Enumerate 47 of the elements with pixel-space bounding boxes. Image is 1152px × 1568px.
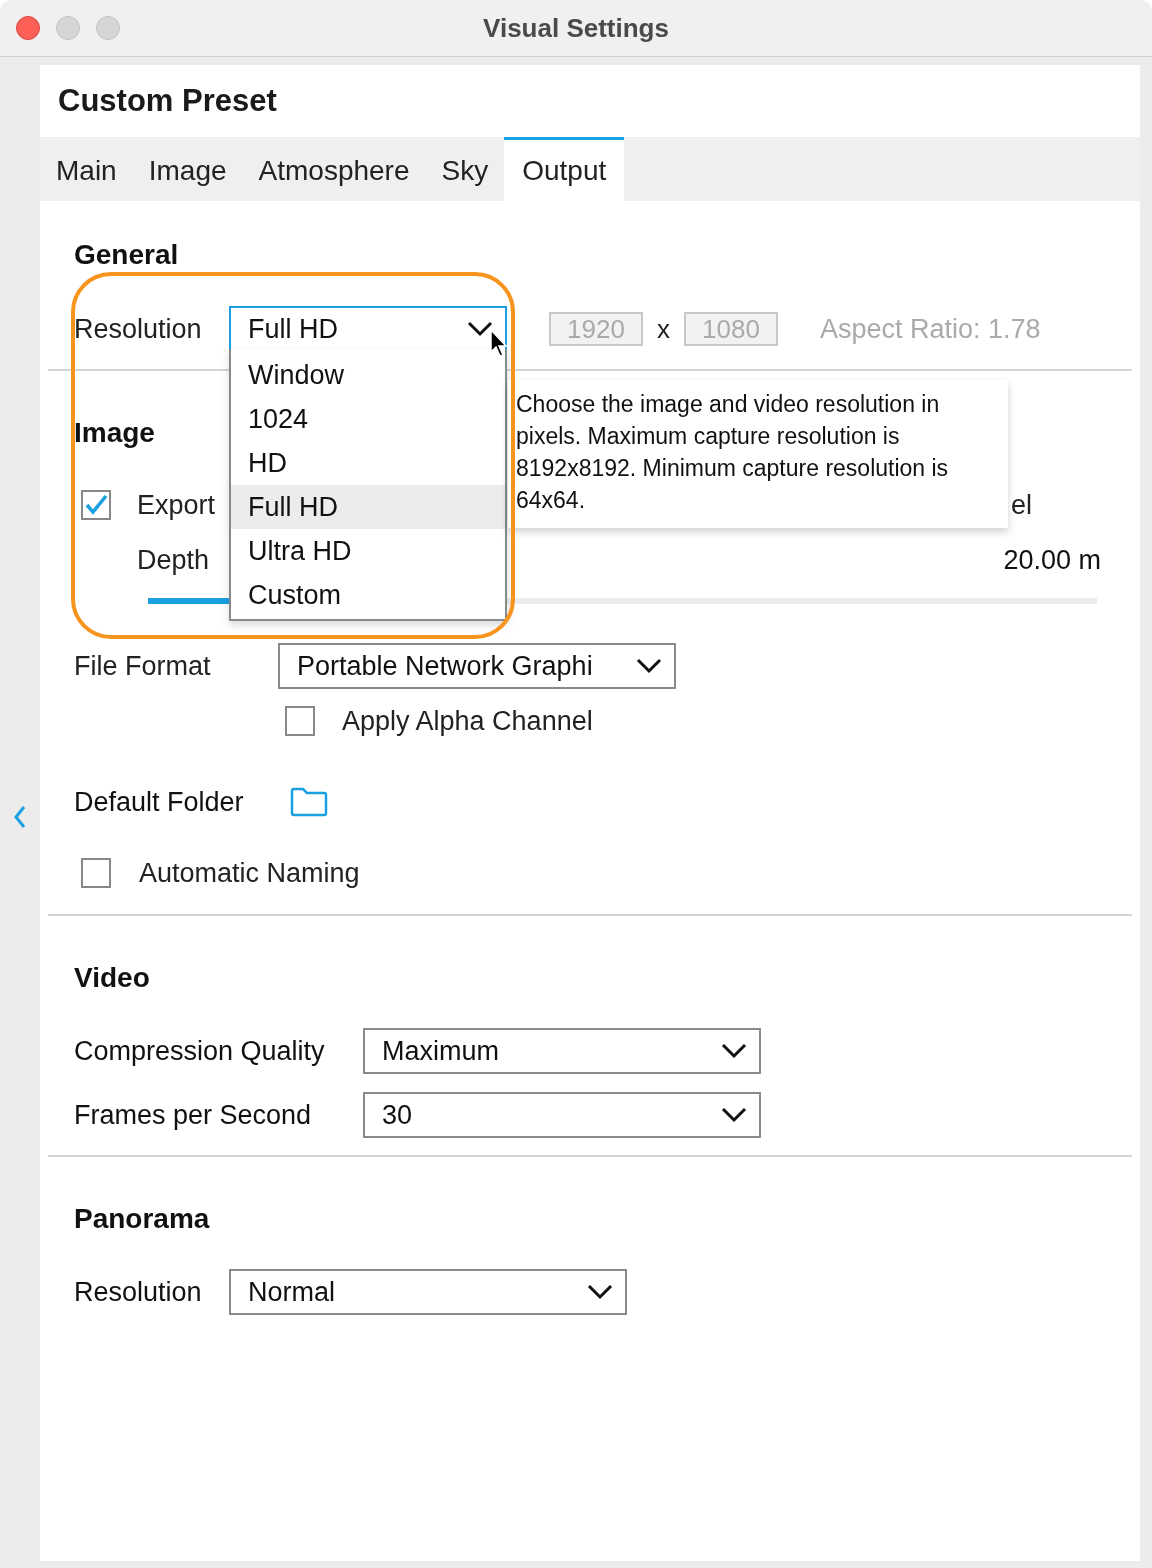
section-heading: Video bbox=[74, 961, 150, 995]
caret-icon bbox=[721, 1107, 747, 1123]
field-label: File Format bbox=[74, 650, 212, 682]
preset-title: Custom Preset bbox=[58, 83, 277, 119]
checkbox-label: Export bbox=[137, 489, 216, 521]
option-label: el bbox=[1011, 489, 1032, 521]
field-label: Frames per Second bbox=[74, 1099, 313, 1131]
tab[interactable]: Image bbox=[132, 137, 243, 201]
caret-icon bbox=[587, 1284, 613, 1300]
fps-dropdown[interactable]: 30 bbox=[363, 1092, 761, 1138]
caret-icon bbox=[467, 321, 493, 337]
field-label: Compression Quality bbox=[74, 1035, 326, 1067]
tab[interactable]: Main bbox=[40, 137, 133, 201]
checkbox-label: Apply Alpha Channel bbox=[342, 705, 593, 737]
section-heading: Image bbox=[74, 416, 155, 450]
tab[interactable]: Output bbox=[504, 137, 625, 201]
window-title: Visual Settings bbox=[483, 12, 669, 44]
checkbox[interactable] bbox=[81, 490, 111, 520]
dropdown-option[interactable]: 1024 bbox=[231, 397, 505, 441]
dropdown-option[interactable]: Ultra HD bbox=[231, 529, 505, 573]
checkbox-label: Automatic Naming bbox=[139, 857, 360, 889]
tab[interactable]: Atmosphere bbox=[242, 137, 426, 201]
depth-reading: 20.00 m bbox=[1003, 544, 1101, 576]
panorama-resolution-dropdown[interactable]: Normal bbox=[229, 1269, 627, 1315]
field-label: Resolution bbox=[74, 313, 203, 345]
dropdown-option[interactable]: Custom bbox=[231, 573, 505, 617]
field-label: Default Folder bbox=[74, 786, 245, 818]
field-label: Depth bbox=[137, 544, 210, 576]
checkbox[interactable] bbox=[285, 706, 315, 736]
chevron-left-icon[interactable] bbox=[13, 804, 27, 829]
dropdown-option[interactable]: Full HD bbox=[231, 485, 505, 529]
tab[interactable]: Sky bbox=[425, 137, 505, 201]
file-format-dropdown[interactable]: Portable Network Graphi bbox=[278, 643, 676, 689]
caret-icon bbox=[636, 658, 662, 674]
dropdown-option[interactable]: HD bbox=[231, 441, 505, 485]
resolution-dropdown[interactable]: Full HD bbox=[229, 306, 507, 352]
close-icon[interactable] bbox=[16, 16, 40, 40]
section-heading: Panorama bbox=[74, 1202, 210, 1236]
compression-dropdown[interactable]: Maximum bbox=[363, 1028, 761, 1074]
times-label: x bbox=[657, 313, 670, 345]
field-label: Resolution bbox=[74, 1276, 203, 1308]
dropdown-option[interactable]: Window bbox=[231, 353, 505, 397]
section-heading: General bbox=[74, 238, 179, 272]
folder-icon[interactable] bbox=[290, 787, 328, 817]
aspect-ratio-label: Aspect Ratio: 1.78 bbox=[820, 313, 1041, 345]
checkbox[interactable] bbox=[81, 858, 111, 888]
caret-icon bbox=[721, 1043, 747, 1059]
